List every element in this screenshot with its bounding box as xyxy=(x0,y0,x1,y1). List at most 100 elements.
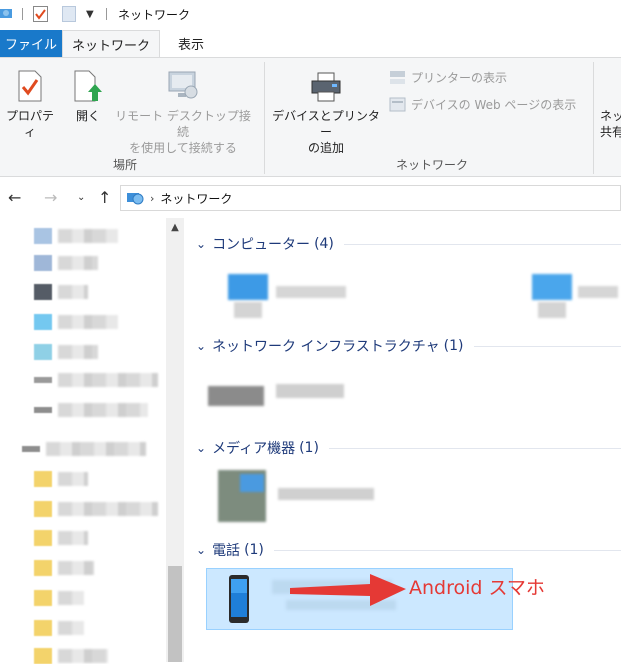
nav-item[interactable] xyxy=(34,501,158,517)
nav-item-icon xyxy=(34,228,52,244)
group-header-media-devices[interactable]: ⌄ メディア機器 (1) xyxy=(196,438,621,458)
group-title: ネットワーク インフラストラクチャ xyxy=(212,339,440,355)
tab-file[interactable]: ファイル xyxy=(0,30,62,57)
nav-item[interactable] xyxy=(34,620,84,636)
group-title: コンピューター xyxy=(212,237,311,253)
nav-item-icon xyxy=(34,314,52,330)
breadcrumb-chevron-icon[interactable]: › xyxy=(150,192,154,205)
address-path-box[interactable]: › ネットワーク xyxy=(120,185,621,211)
quick-access-dropdown-icon[interactable]: ▼ xyxy=(86,9,94,20)
open-button[interactable]: 開く xyxy=(68,70,108,124)
folder-icon xyxy=(34,471,52,487)
nav-pane-scrollbar[interactable]: ▲ xyxy=(166,218,184,662)
forward-arrow-icon[interactable]: → xyxy=(44,188,57,207)
nav-item[interactable] xyxy=(34,530,88,546)
chevron-down-icon[interactable]: ⌄ xyxy=(196,441,206,455)
view-device-web-page-button[interactable]: デバイスの Web ページの表示 xyxy=(389,96,576,113)
open-icon xyxy=(74,70,102,102)
properties-quick-icon[interactable] xyxy=(33,6,48,22)
nav-item[interactable] xyxy=(34,314,118,330)
ribbon-tabs: ファイル ネットワーク 表示 xyxy=(0,30,621,58)
remote-desktop-button[interactable]: リモート デスクトップ接続 を使用して接続する xyxy=(112,70,254,156)
breadcrumb-network[interactable]: ネットワーク xyxy=(160,190,232,207)
ribbon: プロパティ 開く リモート デスクトップ接続 を使用して接続する 場所 デバイス… xyxy=(0,57,621,177)
remote-desktop-icon xyxy=(168,71,198,99)
location-group-label: 場所 xyxy=(113,158,138,172)
view-device-web-page-label: デバイスの Web ページの表示 xyxy=(411,98,577,112)
group-divider xyxy=(473,345,621,347)
chevron-down-icon[interactable]: ⌄ xyxy=(196,543,206,557)
nav-item-icon xyxy=(34,407,52,413)
network-location-icon xyxy=(127,193,144,205)
annotation-text: Android スマホ xyxy=(409,577,545,599)
separator xyxy=(106,8,107,20)
open-label: 開く xyxy=(75,109,100,123)
nav-item-icon xyxy=(34,377,52,383)
network-sharing-label-1: ネッ xyxy=(600,109,621,123)
router-item[interactable] xyxy=(208,370,348,420)
add-devices-printers-button[interactable]: デバイスとプリンター の追加 xyxy=(268,72,384,156)
group-count: (1) xyxy=(244,542,264,558)
nav-item[interactable] xyxy=(34,255,98,271)
nav-item-icon xyxy=(34,284,52,300)
nav-item[interactable] xyxy=(34,344,98,360)
view-printers-button[interactable]: プリンターの表示 xyxy=(389,69,507,86)
group-count: (1) xyxy=(443,338,464,354)
divider xyxy=(593,62,594,174)
up-arrow-icon[interactable]: ↑ xyxy=(98,188,111,207)
group-title: メディア機器 xyxy=(212,441,296,457)
nav-item[interactable] xyxy=(34,560,94,576)
scroll-up-icon[interactable]: ▲ xyxy=(166,222,184,233)
recent-locations-chevron-icon[interactable]: ⌄ xyxy=(77,192,85,203)
network-group-label: ネットワーク xyxy=(396,158,469,172)
printer-list-icon xyxy=(390,71,405,84)
group-count: (4) xyxy=(314,236,334,252)
remote-desktop-label-1: リモート デスクトップ接続 xyxy=(115,109,251,139)
nav-item[interactable] xyxy=(34,373,158,387)
printer-icon xyxy=(311,72,341,102)
media-device-item[interactable] xyxy=(216,466,386,528)
content-pane: ⌄ コンピューター (4) ⌄ ネットワーク インフラストラクチャ (1) ⌄ … xyxy=(186,218,621,662)
properties-button[interactable]: プロパティ xyxy=(2,70,58,140)
router-icon xyxy=(208,386,264,406)
chevron-down-icon[interactable]: ⌄ xyxy=(196,237,206,251)
title-bar: ▼ ネットワーク xyxy=(0,0,621,28)
web-page-icon xyxy=(389,97,406,112)
window-title: ネットワーク xyxy=(118,8,191,22)
separator xyxy=(22,8,23,20)
back-arrow-icon[interactable]: ← xyxy=(8,188,21,207)
network-app-icon[interactable] xyxy=(0,4,14,22)
navigation-pane: ▲ xyxy=(0,218,186,664)
folder-icon xyxy=(34,620,52,636)
folder-icon xyxy=(34,590,52,606)
divider xyxy=(264,62,265,174)
folder-icon xyxy=(34,530,52,546)
nav-item[interactable] xyxy=(34,228,118,244)
nav-item[interactable] xyxy=(22,442,146,456)
new-folder-quick-icon[interactable] xyxy=(62,6,76,22)
group-header-network-infrastructure[interactable]: ⌄ ネットワーク インフラストラクチャ (1) xyxy=(196,336,621,356)
add-devices-label-1: デバイスとプリンター xyxy=(272,109,380,139)
nav-item[interactable] xyxy=(34,284,88,300)
chevron-down-icon[interactable]: ⌄ xyxy=(196,339,206,353)
group-header-computers[interactable]: ⌄ コンピューター (4) xyxy=(196,234,621,254)
computer-item[interactable] xyxy=(526,262,621,322)
nav-item[interactable] xyxy=(34,471,88,487)
group-header-phone[interactable]: ⌄ 電話 (1) xyxy=(196,540,621,560)
tab-network[interactable]: ネットワーク xyxy=(62,30,160,58)
tab-view[interactable]: 表示 xyxy=(172,30,210,57)
nav-item[interactable] xyxy=(34,590,84,606)
nav-item-icon xyxy=(34,344,52,360)
group-divider xyxy=(328,447,621,449)
nav-item[interactable] xyxy=(34,403,148,417)
scroll-thumb[interactable] xyxy=(168,566,182,662)
computer-icon xyxy=(532,274,572,300)
properties-label: プロパティ xyxy=(5,109,54,139)
network-sharing-center-button[interactable]: ネッ 共有 xyxy=(600,108,621,140)
folder-icon xyxy=(34,560,52,576)
folder-icon xyxy=(34,501,52,517)
computer-item[interactable] xyxy=(224,262,354,322)
group-divider xyxy=(273,549,621,551)
properties-icon xyxy=(18,70,42,102)
group-title: 電話 xyxy=(212,543,241,559)
